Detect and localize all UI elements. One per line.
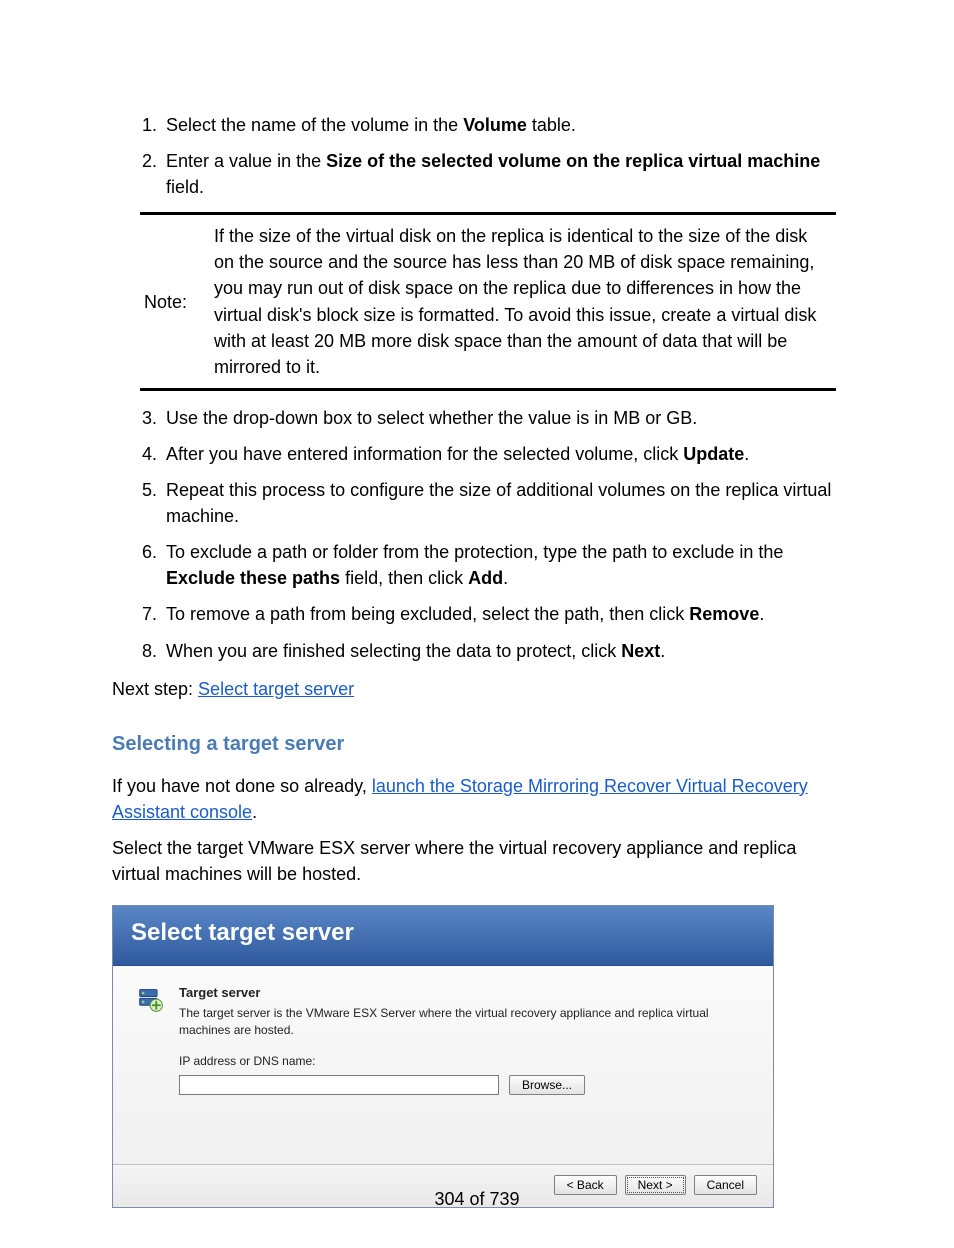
wizard-section-title: Target server xyxy=(179,984,749,1003)
ip-dns-label: IP address or DNS name: xyxy=(179,1053,749,1070)
step-bold: Update xyxy=(683,444,744,464)
step-item: Enter a value in the Size of the selecte… xyxy=(162,148,842,200)
step-list-part2: Use the drop-down box to select whether … xyxy=(112,405,842,664)
step-item: Repeat this process to configure the siz… xyxy=(162,477,842,529)
step-item: Use the drop-down box to select whether … xyxy=(162,405,842,431)
step-item: After you have entered information for t… xyxy=(162,441,842,467)
step-text: . xyxy=(744,444,749,464)
step-item: To remove a path from being excluded, se… xyxy=(162,601,842,627)
step-text: table. xyxy=(527,115,576,135)
server-icon xyxy=(137,986,165,1014)
wizard-dialog: Select target server Target server The t… xyxy=(112,905,774,1208)
step-text: Enter a value in the xyxy=(166,151,326,171)
browse-button[interactable]: Browse... xyxy=(509,1075,585,1095)
body-paragraph: Select the target VMware ESX server wher… xyxy=(112,835,842,887)
step-item: To exclude a path or folder from the pro… xyxy=(162,539,842,591)
step-item: Select the name of the volume in the Vol… xyxy=(162,112,842,138)
page-number: 304 of 739 xyxy=(0,1186,954,1212)
step-text: field. xyxy=(166,177,204,197)
step-bold: Volume xyxy=(463,115,527,135)
next-step-label: Next step: xyxy=(112,679,198,699)
step-text: After you have entered information for t… xyxy=(166,444,683,464)
step-item: When you are finished selecting the data… xyxy=(162,638,842,664)
step-text: When you are finished selecting the data… xyxy=(166,641,621,661)
step-text: . xyxy=(660,641,665,661)
step-bold: Exclude these paths xyxy=(166,568,340,588)
wizard-desc: The target server is the VMware ESX Serv… xyxy=(179,1005,749,1040)
ip-dns-input[interactable] xyxy=(179,1075,499,1095)
wizard-title: Select target server xyxy=(113,906,773,966)
step-text: . xyxy=(503,568,508,588)
step-text: Repeat this process to configure the siz… xyxy=(166,480,831,526)
step-text: field, then click xyxy=(340,568,468,588)
intro-suffix: . xyxy=(252,802,257,822)
step-bold: Next xyxy=(621,641,660,661)
step-text: Use the drop-down box to select whether … xyxy=(166,408,697,428)
next-step-line: Next step: Select target server xyxy=(112,676,842,702)
step-text: To exclude a path or folder from the pro… xyxy=(166,542,783,562)
note-box: Note: If the size of the virtual disk on… xyxy=(140,212,836,391)
step-text: . xyxy=(759,604,764,624)
note-label: Note: xyxy=(144,289,214,315)
step-text: To remove a path from being excluded, se… xyxy=(166,604,689,624)
section-heading: Selecting a target server xyxy=(112,730,842,759)
step-bold: Remove xyxy=(689,604,759,624)
intro-prefix: If you have not done so already, xyxy=(112,776,372,796)
step-list-part1: Select the name of the volume in the Vol… xyxy=(112,112,842,200)
step-text: Select the name of the volume in the xyxy=(166,115,463,135)
step-bold: Add xyxy=(468,568,503,588)
note-text: If the size of the virtual disk on the r… xyxy=(214,223,832,380)
next-step-link[interactable]: Select target server xyxy=(198,679,354,699)
intro-paragraph: If you have not done so already, launch … xyxy=(112,773,842,825)
step-bold: Size of the selected volume on the repli… xyxy=(326,151,820,171)
